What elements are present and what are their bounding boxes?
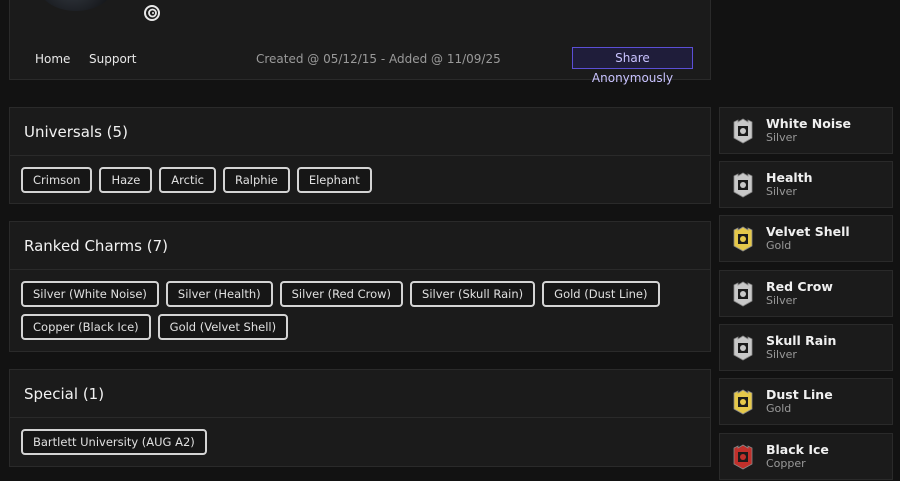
created-added-dates: Created @ 05/12/15 - Added @ 11/09/25 <box>256 52 501 66</box>
charm-name: Health <box>766 170 813 185</box>
charm-item[interactable]: Dust Line Gold <box>719 378 893 425</box>
universals-section: Universals (5) Crimson Haze Arctic Ralphie E… <box>9 107 711 204</box>
charm-tier: Silver <box>766 294 797 307</box>
silver-charm-icon <box>733 172 753 198</box>
item-chip[interactable]: Bartlett University (AUG A2) <box>21 429 207 455</box>
charm-name: Black Ice <box>766 442 829 457</box>
item-chip[interactable]: Silver (White Noise) <box>21 281 159 307</box>
profile-card: — — — — — Home Support Created @ 05/12/1… <box>9 0 711 85</box>
charm-item[interactable]: Black Ice Copper <box>719 433 893 480</box>
special-list: Bartlett University (AUG A2) <box>10 418 710 455</box>
item-chip[interactable]: Haze <box>99 167 153 193</box>
section-title: Universals (5) <box>10 108 710 156</box>
profile-top-text: — — — — — <box>601 0 670 4</box>
copper-charm-icon <box>733 444 753 470</box>
item-chip[interactable]: Crimson <box>21 167 93 193</box>
charm-tier: Copper <box>766 457 806 470</box>
universals-list: Crimson Haze Arctic Ralphie Elephant <box>10 156 710 193</box>
item-chip[interactable]: Copper (Black Ice) <box>21 314 151 340</box>
special-section: Special (1) Bartlett University (AUG A2) <box>9 369 711 467</box>
section-title: Special (1) <box>10 370 710 418</box>
nav-support-link[interactable]: Support <box>89 52 136 66</box>
item-chip[interactable]: Silver (Skull Rain) <box>410 281 536 307</box>
charm-tier: Silver <box>766 348 797 361</box>
item-chip[interactable]: Ralphie <box>223 167 290 193</box>
charm-name: White Noise <box>766 116 852 131</box>
charm-item[interactable]: White Noise Silver <box>719 107 893 154</box>
item-chip[interactable]: Gold (Velvet Shell) <box>157 314 289 340</box>
charm-name: Dust Line <box>766 387 833 402</box>
charm-item[interactable]: Health Silver <box>719 161 893 208</box>
charm-name: Skull Rain <box>766 333 837 348</box>
charm-name: Red Crow <box>766 279 833 294</box>
charm-item[interactable]: Skull Rain Silver <box>719 324 893 371</box>
avatar <box>38 0 114 11</box>
charm-item[interactable]: Velvet Shell Gold <box>719 215 893 262</box>
ranked-charms-list: Silver (White Noise) Silver (Health) Silve… <box>10 270 710 340</box>
charm-tier: Gold <box>766 402 792 415</box>
charm-tier: Silver <box>766 131 797 144</box>
silver-charm-icon <box>733 281 753 307</box>
item-chip[interactable]: Gold (Dust Line) <box>542 281 660 307</box>
silver-charm-icon <box>733 118 753 144</box>
section-title: Ranked Charms (7) <box>10 222 710 270</box>
gold-charm-icon <box>733 226 753 252</box>
item-chip[interactable]: Arctic <box>159 167 216 193</box>
ranked-charms-section: Ranked Charms (7) Silver (White Noise) Si… <box>9 221 711 352</box>
charm-tier: Silver <box>766 185 797 198</box>
charm-item[interactable]: Red Crow Silver <box>719 270 893 317</box>
ubisoft-icon <box>144 5 160 21</box>
nav-home-link[interactable]: Home <box>35 52 70 66</box>
charm-name: Velvet Shell <box>766 224 850 239</box>
silver-charm-icon <box>733 335 753 361</box>
item-chip[interactable]: Silver (Red Crow) <box>279 281 404 307</box>
item-chip[interactable]: Elephant <box>296 167 372 193</box>
gold-charm-icon <box>733 389 753 415</box>
charm-tier: Gold <box>766 239 792 252</box>
item-chip[interactable]: Silver (Health) <box>165 281 273 307</box>
share-anonymously-button[interactable]: Share Anonymously <box>572 47 693 85</box>
